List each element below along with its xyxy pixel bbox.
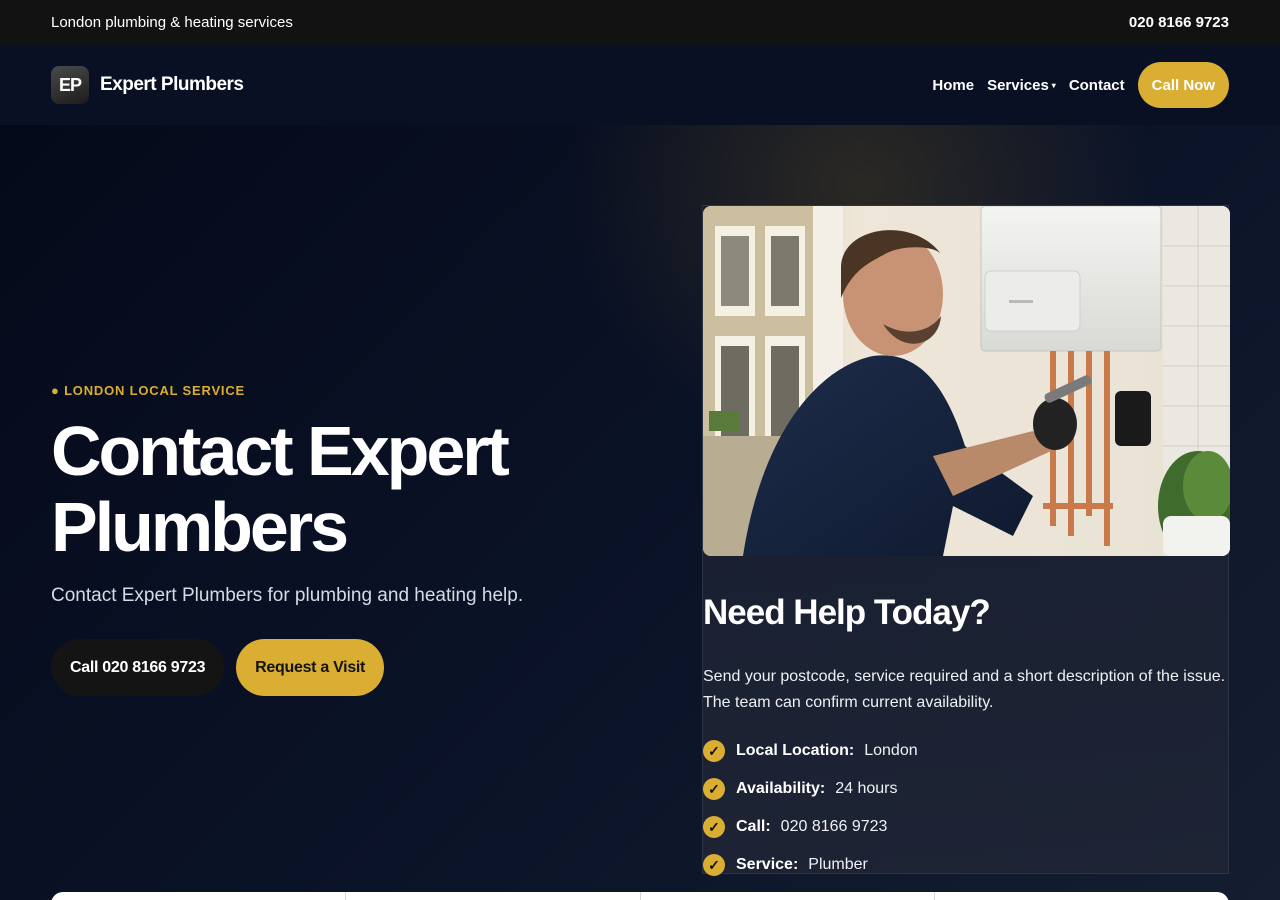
call-phone-button[interactable]: Call 020 8166 9723 bbox=[51, 639, 225, 696]
check-icon: ✓ bbox=[703, 778, 725, 800]
request-visit-button[interactable]: Request a Visit bbox=[236, 639, 385, 696]
check-icon: ✓ bbox=[703, 740, 725, 762]
topbar-tagline: London plumbing & heating services bbox=[51, 14, 293, 31]
logo-badge: EP bbox=[51, 66, 89, 104]
fact-label: Local Location: bbox=[736, 742, 855, 759]
topbar-phone[interactable]: 020 8166 9723 bbox=[1129, 14, 1229, 31]
fact-value: London bbox=[864, 742, 918, 759]
nav-item-services[interactable]: Services ▾ bbox=[987, 77, 1056, 94]
page-title-line2: Plumbers bbox=[51, 488, 349, 566]
hero-eyebrow: ● LONDON LOCAL SERVICE bbox=[51, 383, 245, 398]
fact-location: ✓ Local Location: London bbox=[703, 732, 918, 770]
check-icon: ✓ bbox=[703, 854, 725, 876]
page-title: Contact Expert Plumbers bbox=[51, 413, 651, 565]
help-card: Need Help Today? Send your postcode, ser… bbox=[702, 205, 1230, 876]
brand-name: Expert Plumbers bbox=[100, 74, 244, 95]
info-strip bbox=[51, 892, 1229, 900]
fact-value[interactable]: 020 8166 9723 bbox=[781, 818, 888, 836]
info-strip-cell bbox=[346, 892, 641, 900]
info-strip-cell bbox=[935, 892, 1229, 900]
brand-logo[interactable]: EP Expert Plumbers bbox=[51, 66, 244, 104]
call-now-button[interactable]: Call Now bbox=[1137, 62, 1229, 108]
chevron-down-icon: ▾ bbox=[1051, 80, 1056, 90]
top-bar: London plumbing & heating services 020 8… bbox=[0, 0, 1280, 45]
hero-section: ● LONDON LOCAL SERVICE Contact Expert Pl… bbox=[0, 125, 1280, 900]
card-description: Send your postcode, service required and… bbox=[703, 668, 1226, 711]
info-strip-cell bbox=[641, 892, 936, 900]
hero-actions: Call 020 8166 9723 Request a Visit bbox=[51, 639, 385, 696]
fact-service: ✓ Service: Plumber bbox=[703, 846, 918, 884]
fact-call: ✓ Call: 020 8166 9723 bbox=[703, 808, 918, 846]
nav-item-services-label: Services bbox=[987, 76, 1049, 94]
nav-item-home[interactable]: Home bbox=[932, 77, 974, 94]
nav-item-contact[interactable]: Contact bbox=[1069, 77, 1125, 94]
site-header: EP Expert Plumbers Home Services ▾ Conta… bbox=[0, 45, 1280, 125]
contact-facts: ✓ Local Location: London ✓ Availability:… bbox=[703, 732, 918, 884]
fact-value: 24 hours bbox=[835, 780, 898, 797]
fact-label: Service: bbox=[736, 856, 799, 873]
check-icon: ✓ bbox=[703, 816, 725, 838]
fact-availability: ✓ Availability: 24 hours bbox=[703, 770, 918, 808]
fact-label: Availability: bbox=[736, 780, 826, 797]
info-strip-cell bbox=[51, 892, 346, 900]
plumber-photo bbox=[703, 206, 1230, 556]
fact-value: Plumber bbox=[808, 856, 868, 873]
card-title: Need Help Today? bbox=[703, 593, 991, 632]
page-title-line1: Contact Expert bbox=[51, 412, 510, 490]
hero-subtitle: Contact Expert Plumbers for plumbing and… bbox=[51, 585, 524, 606]
fact-label: Call: bbox=[736, 818, 771, 835]
main-nav: Home Services ▾ Contact Call Now bbox=[932, 62, 1229, 108]
